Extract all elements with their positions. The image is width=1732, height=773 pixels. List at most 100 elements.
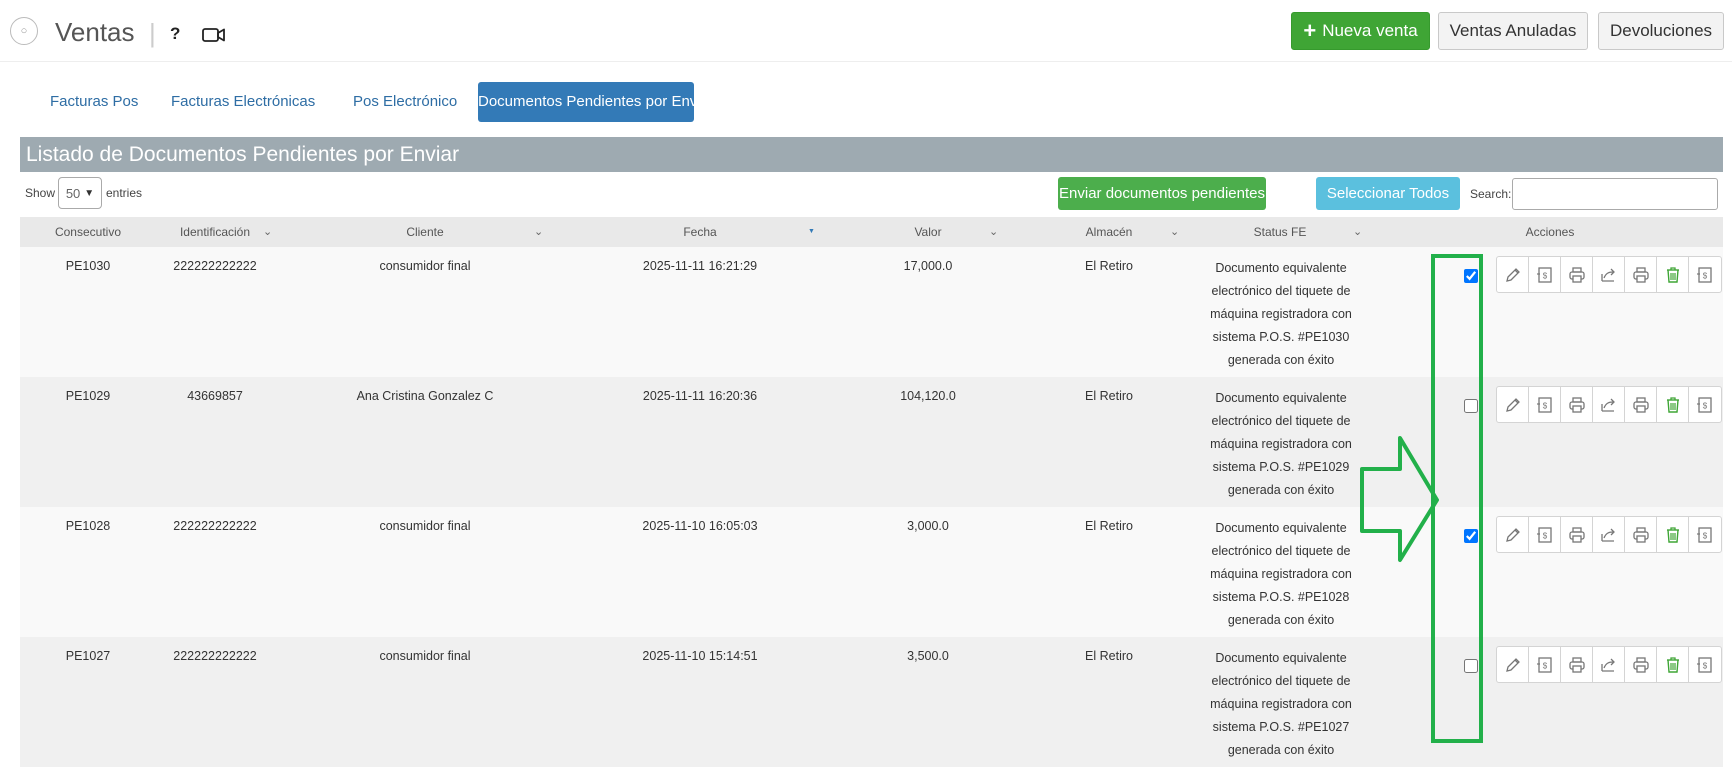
status-line: electrónico del tiquete de <box>1211 674 1351 688</box>
col-almacen[interactable]: Almacén <box>1059 217 1159 247</box>
trash-button[interactable] <box>1657 517 1689 552</box>
printer-button[interactable] <box>1625 387 1657 422</box>
money-doc-icon: $ <box>1536 396 1554 414</box>
status-line: sistema P.O.S. #PE1030 <box>1212 330 1350 344</box>
col-status-fe[interactable]: Status FE <box>1220 217 1340 247</box>
trash-button[interactable] <box>1657 387 1689 422</box>
status-line: generada con éxito <box>1227 353 1335 367</box>
share-icon <box>1600 526 1618 544</box>
pencil-button[interactable] <box>1497 387 1529 422</box>
svg-text:$: $ <box>1703 661 1708 670</box>
trash-button[interactable] <box>1657 257 1689 292</box>
cell-cliente: consumidor final <box>379 649 471 663</box>
page-size-select[interactable]: 50 ▼ <box>58 177 102 209</box>
money-doc-button[interactable]: $ <box>1529 387 1561 422</box>
status-line: generada con éxito <box>1227 483 1335 497</box>
chevron-down-icon: ⌄ <box>1353 226 1363 238</box>
cell-identificacion: 222222222222 <box>173 519 257 533</box>
status-line: sistema P.O.S. #PE1027 <box>1212 720 1350 734</box>
tab-facturas-electronicas[interactable]: Facturas Electrónicas <box>171 82 315 122</box>
trash-button[interactable] <box>1657 647 1689 682</box>
row-select-checkbox[interactable] <box>1464 269 1478 283</box>
top-bar: ○ Ventas | ? + Nueva venta Ventas Anulad… <box>0 0 1732 62</box>
col-identificacion[interactable]: Identificación <box>165 217 265 247</box>
printer-button[interactable] <box>1625 257 1657 292</box>
status-line: máquina registradora con <box>1210 697 1352 711</box>
printer-icon <box>1568 656 1586 674</box>
status-line: Documento equivalente <box>1215 651 1347 665</box>
cell-cliente: Ana Cristina Gonzalez C <box>356 389 494 403</box>
cell-almacen: El Retiro <box>1085 389 1133 403</box>
table-row: PE1028 222222222222 consumidor final 2025-1… <box>20 507 1723 637</box>
printer-button[interactable] <box>1561 387 1593 422</box>
search-input[interactable] <box>1512 178 1718 210</box>
trash-icon <box>1664 266 1682 284</box>
cell-identificacion: 222222222222 <box>173 259 257 273</box>
tab-pos-electronico[interactable]: Pos Electrónico <box>353 82 457 122</box>
status-line: electrónico del tiquete de <box>1211 284 1351 298</box>
col-cliente[interactable]: Cliente <box>350 217 500 247</box>
cell-valor: 3,000.0 <box>907 519 949 533</box>
status-line: Documento equivalente <box>1215 521 1347 535</box>
svg-text:$: $ <box>1703 271 1708 280</box>
title-separator: | <box>149 18 156 48</box>
cancelled-sales-button[interactable]: Ventas Anuladas <box>1438 12 1588 50</box>
money-doc-button[interactable]: $ <box>1529 517 1561 552</box>
row-select-checkbox[interactable] <box>1464 399 1478 413</box>
tab-documentos-pendientes[interactable]: Documentos Pendientes por Enviar <box>478 82 714 122</box>
share-button[interactable] <box>1593 647 1625 682</box>
send-pending-button[interactable]: Enviar documentos pendientes <box>1058 177 1266 210</box>
cell-almacen: El Retiro <box>1085 649 1133 663</box>
help-icon[interactable]: ? <box>170 24 180 44</box>
entries-label: entries <box>106 186 143 200</box>
trash-icon <box>1664 656 1682 674</box>
pencil-button[interactable] <box>1497 517 1529 552</box>
printer-button[interactable] <box>1561 647 1593 682</box>
chevron-down-icon: ⌄ <box>534 226 544 238</box>
cell-status-fe: Documento equivalente electrónico del tiq… <box>1196 647 1366 762</box>
money-doc-button[interactable]: $ <box>1689 647 1721 682</box>
share-button[interactable] <box>1593 257 1625 292</box>
money-doc-icon: $ <box>1696 266 1714 284</box>
printer-icon <box>1632 656 1650 674</box>
money-doc-button[interactable]: $ <box>1529 647 1561 682</box>
row-select-checkbox[interactable] <box>1464 659 1478 673</box>
money-doc-icon: $ <box>1536 526 1554 544</box>
returns-button[interactable]: Devoluciones <box>1598 12 1724 50</box>
chevron-down-icon: ⌄ <box>263 226 273 238</box>
plus-icon: + <box>1303 18 1317 43</box>
col-fecha[interactable]: Fecha <box>650 217 750 247</box>
printer-button[interactable] <box>1561 257 1593 292</box>
share-icon <box>1600 656 1618 674</box>
printer-button[interactable] <box>1561 517 1593 552</box>
money-doc-button[interactable]: $ <box>1689 387 1721 422</box>
col-consecutivo[interactable]: Consecutivo <box>38 217 138 247</box>
cell-valor: 104,120.0 <box>900 389 956 403</box>
status-line: generada con éxito <box>1227 613 1335 627</box>
list-title: Listado de Documentos Pendientes por Env… <box>20 137 1723 172</box>
pencil-button[interactable] <box>1497 257 1529 292</box>
money-doc-button[interactable]: $ <box>1689 517 1721 552</box>
share-button[interactable] <box>1593 387 1625 422</box>
col-valor[interactable]: Valor <box>878 217 978 247</box>
status-line: sistema P.O.S. #PE1029 <box>1212 460 1350 474</box>
tab-facturas-pos[interactable]: Facturas Pos <box>50 82 138 122</box>
printer-button[interactable] <box>1625 647 1657 682</box>
pencil-icon <box>1504 266 1522 284</box>
row-select-checkbox[interactable] <box>1464 529 1478 543</box>
printer-button[interactable] <box>1625 517 1657 552</box>
pencil-button[interactable] <box>1497 647 1529 682</box>
search-label: Search: <box>1470 187 1512 201</box>
select-all-button[interactable]: Seleccionar Todos <box>1316 177 1460 210</box>
share-button[interactable] <box>1593 517 1625 552</box>
new-sale-button[interactable]: + Nueva venta <box>1291 12 1430 50</box>
table-row: PE1027 222222222222 consumidor final 2025-1… <box>20 637 1723 767</box>
cell-identificacion: 222222222222 <box>173 649 257 663</box>
money-doc-icon: $ <box>1536 266 1554 284</box>
money-doc-button[interactable]: $ <box>1529 257 1561 292</box>
cell-consecutivo: PE1028 <box>65 519 111 533</box>
chevron-down-icon: ⌄ <box>989 226 999 238</box>
video-icon[interactable] <box>202 27 226 48</box>
money-doc-button[interactable]: $ <box>1689 257 1721 292</box>
pencil-icon <box>1504 656 1522 674</box>
